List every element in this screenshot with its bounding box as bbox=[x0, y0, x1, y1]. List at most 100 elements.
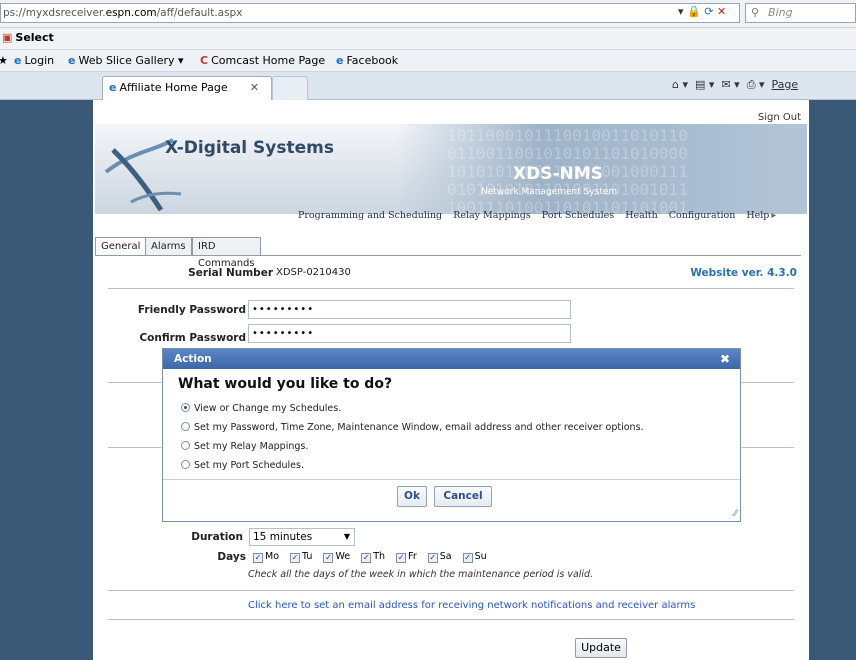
day-checkbox-mo[interactable]: ✓ Mo bbox=[253, 551, 279, 563]
radio-icon bbox=[181, 460, 190, 469]
website-version: Website ver. 4.3.0 bbox=[690, 267, 797, 279]
option-relay-mappings[interactable]: Set my Relay Mappings. bbox=[181, 441, 308, 452]
ok-button[interactable]: Ok bbox=[397, 486, 427, 507]
product-name: XDS-NMS bbox=[513, 164, 603, 184]
dialog-question: What would you like to do? bbox=[178, 376, 393, 392]
tab-ird-commands[interactable]: IRD Commands bbox=[192, 237, 261, 269]
day-checkbox-su[interactable]: ✓ Su bbox=[462, 551, 487, 563]
email-settings-link[interactable]: Click here to set an email address for r… bbox=[248, 600, 695, 611]
search-icon: ⚲ bbox=[751, 6, 760, 19]
search-input[interactable]: ⚲ Bing bbox=[745, 3, 856, 23]
new-tab-button[interactable] bbox=[272, 76, 308, 100]
checkbox-icon: ✓ bbox=[462, 553, 473, 563]
address-bar-area: ps://myxdsreceiver.espn.com/aff/default.… bbox=[0, 0, 856, 28]
checkbox-icon: ✓ bbox=[396, 553, 407, 563]
chevron-down-icon: ▼ bbox=[343, 532, 350, 541]
ie-icon: e bbox=[14, 54, 22, 67]
nav-port-schedules[interactable]: Port Schedules bbox=[542, 210, 614, 221]
confirm-password-label: Confirm Password bbox=[139, 332, 246, 344]
browser-tab-affiliate[interactable]: e Affiliate Home Page ✕ bbox=[102, 76, 272, 100]
radio-icon bbox=[181, 422, 190, 431]
stop-icon[interactable]: ✕ bbox=[717, 5, 726, 18]
checkbox-icon: ✓ bbox=[361, 553, 372, 563]
option-receiver-options[interactable]: Set my Password, Time Zone, Maintenance … bbox=[181, 422, 644, 433]
divider bbox=[108, 619, 794, 620]
binary-pattern: 1011000101110010011010110 bbox=[447, 126, 688, 145]
favorites-bar: ★ e Login e Web Slice Gallery ▾ C Comcast H… bbox=[0, 50, 856, 72]
mail-icon[interactable]: ✉ ▾ bbox=[721, 78, 739, 91]
checkbox-icon: ✓ bbox=[253, 553, 263, 563]
address-controls: ▾ 🔒 ⟳ ✕ bbox=[678, 5, 726, 18]
divider bbox=[108, 288, 794, 289]
duration-label: Duration bbox=[191, 531, 243, 543]
day-checkbox-we[interactable]: ✓ We bbox=[323, 551, 350, 563]
ie-icon: e bbox=[68, 54, 76, 67]
header-banner: 1011000101110010011010110 01100110010101… bbox=[95, 124, 807, 214]
update-button[interactable]: Update bbox=[575, 638, 627, 658]
sign-out-link[interactable]: Sign Out bbox=[758, 112, 801, 123]
ie-icon: e bbox=[109, 81, 117, 94]
divider bbox=[108, 590, 794, 591]
command-bar: ▣ Select bbox=[0, 28, 856, 50]
option-port-schedules[interactable]: Set my Port Schedules. bbox=[181, 460, 304, 471]
serial-number-value: XDSP-0210430 bbox=[276, 267, 351, 278]
confirm-password-field[interactable]: ••••••••• bbox=[248, 324, 571, 343]
feeds-icon[interactable]: ▤ ▾ bbox=[695, 78, 714, 91]
nav-configuration[interactable]: Configuration bbox=[669, 210, 736, 221]
checkbox-icon: ✓ bbox=[323, 553, 334, 563]
chevron-right-icon: ▸ bbox=[771, 210, 777, 221]
close-icon[interactable]: ✖ bbox=[720, 349, 730, 369]
duration-select[interactable]: 15 minutes ▼ bbox=[249, 528, 355, 546]
favorite-web-slice-gallery[interactable]: e Web Slice Gallery ▾ bbox=[68, 54, 184, 67]
toolbar-right: ⌂ ▾ ▤ ▾ ✉ ▾ ⎙ ▾ Page bbox=[672, 78, 798, 92]
day-checkbox-tu[interactable]: ✓ Tu bbox=[290, 551, 312, 563]
favorite-facebook[interactable]: e Facebook bbox=[336, 54, 398, 67]
binary-pattern: 0110011001010101101010000 bbox=[447, 144, 688, 163]
action-dialog: Action ✖ What would you like to do? View… bbox=[162, 348, 741, 522]
lock-icon[interactable]: 🔒 bbox=[687, 5, 701, 18]
day-checkbox-sa[interactable]: ✓ Sa bbox=[427, 551, 452, 563]
radio-selected-icon bbox=[181, 403, 190, 412]
select-icon: ▣ bbox=[2, 31, 13, 44]
day-checkbox-fr[interactable]: ✓ Fr bbox=[396, 551, 417, 563]
days-help-text: Check all the days of the week in which … bbox=[248, 569, 594, 580]
cancel-button[interactable]: Cancel bbox=[434, 486, 492, 507]
tab-bar: e Affiliate Home Page ✕ ⌂ ▾ ▤ ▾ ✉ ▾ ⎙ ▾ P… bbox=[0, 72, 856, 100]
tab-alarms[interactable]: Alarms bbox=[145, 237, 192, 255]
main-nav: Programming and Scheduling Relay Mapping… bbox=[298, 210, 784, 221]
serial-number-label: Serial Number bbox=[188, 267, 273, 279]
option-view-schedules[interactable]: View or Change my Schedules. bbox=[181, 403, 341, 414]
page-menu[interactable]: Page bbox=[772, 78, 799, 91]
friendly-password-field[interactable]: ••••••••• bbox=[248, 300, 571, 319]
dialog-separator bbox=[163, 479, 740, 480]
dialog-title-bar: Action ✖ bbox=[163, 349, 740, 369]
favorite-comcast[interactable]: C Comcast Home Page bbox=[200, 54, 325, 67]
resize-grip-icon[interactable]: ⁄⁄ bbox=[734, 509, 737, 519]
product-subtitle: Network Management System bbox=[481, 187, 618, 197]
select-button[interactable]: ▣ Select bbox=[2, 31, 54, 44]
nav-programming[interactable]: Programming and Scheduling bbox=[298, 210, 442, 221]
day-checkbox-th[interactable]: ✓ Th bbox=[361, 551, 385, 563]
tab-divider bbox=[95, 255, 801, 256]
nav-relay-mappings[interactable]: Relay Mappings bbox=[453, 210, 531, 221]
nav-help[interactable]: Help bbox=[746, 210, 769, 221]
friendly-password-label: Friendly Password bbox=[137, 304, 246, 316]
dropdown-icon[interactable]: ▾ bbox=[678, 5, 684, 18]
comcast-icon: C bbox=[200, 54, 209, 67]
checkbox-icon: ✓ bbox=[427, 553, 438, 563]
checkbox-icon: ✓ bbox=[290, 553, 301, 563]
refresh-icon[interactable]: ⟳ bbox=[704, 5, 713, 18]
radio-icon bbox=[181, 441, 190, 450]
favorites-star-icon[interactable]: ★ bbox=[0, 54, 8, 67]
days-label: Days bbox=[217, 551, 246, 563]
favorite-login[interactable]: e Login bbox=[14, 54, 54, 67]
print-icon[interactable]: ⎙ ▾ bbox=[747, 78, 765, 91]
tab-general[interactable]: General bbox=[95, 237, 147, 256]
url-field[interactable]: ps://myxdsreceiver.espn.com/aff/default.… bbox=[0, 3, 740, 23]
ie-icon: e bbox=[336, 54, 344, 67]
days-checkboxes: ✓ Mo ✓ Tu ✓ We ✓ Th ✓ Fr ✓ Sa ✓ Su bbox=[253, 551, 495, 563]
close-tab-icon[interactable]: ✕ bbox=[250, 77, 259, 99]
company-name: X-Digital Systems bbox=[165, 138, 334, 158]
nav-health[interactable]: Health bbox=[625, 210, 658, 221]
home-icon[interactable]: ⌂ ▾ bbox=[672, 78, 688, 91]
